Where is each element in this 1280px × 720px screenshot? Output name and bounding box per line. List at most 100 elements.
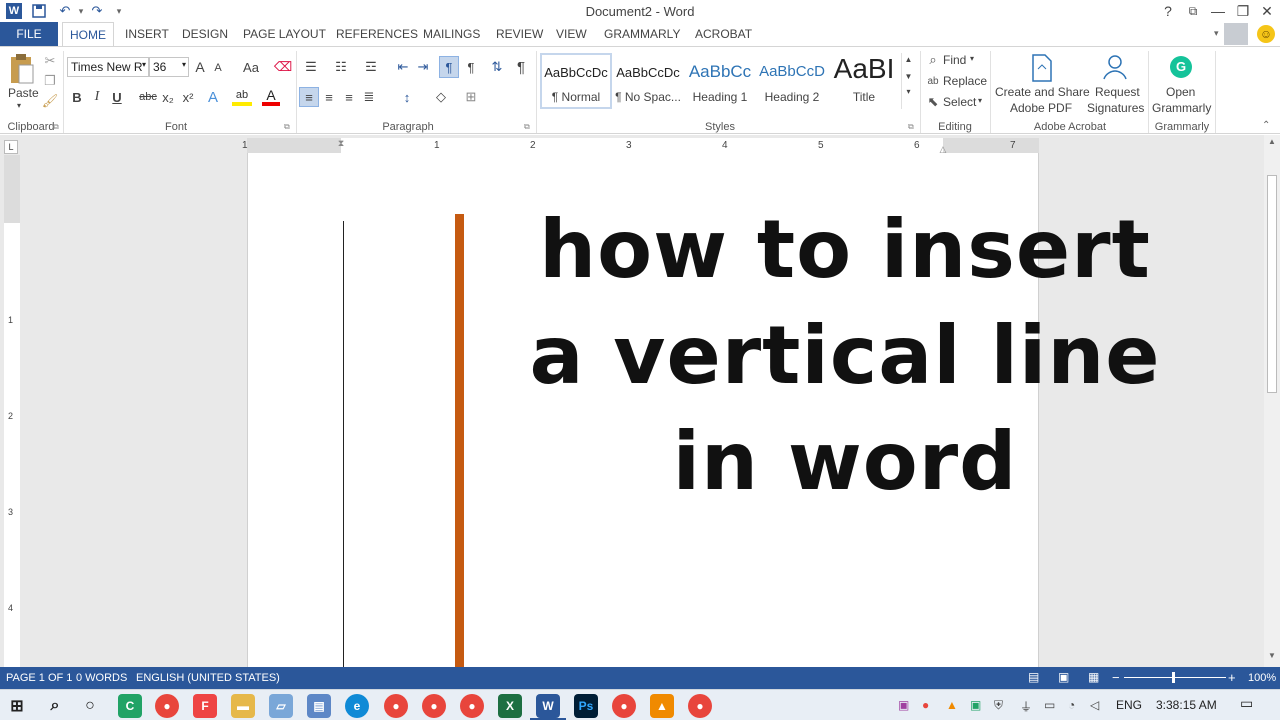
shrink-font-icon[interactable]: A — [212, 60, 224, 76]
photoshop-icon[interactable]: Ps — [574, 694, 598, 718]
tab-mailings[interactable]: MAILINGS — [423, 27, 480, 41]
chrome-icon[interactable]: ● — [460, 694, 484, 718]
battery-icon[interactable]: ▭ — [1044, 698, 1055, 712]
vlc-icon[interactable]: ▲ — [650, 694, 674, 718]
highlight-color-icon[interactable]: ab — [232, 88, 252, 106]
scroll-thumb[interactable] — [1267, 175, 1277, 393]
justify-button[interactable]: ≣ — [360, 87, 378, 107]
superscript-button[interactable]: x² — [180, 88, 196, 106]
ribbon-display-options-icon[interactable]: ⧉ — [1182, 1, 1204, 21]
tab-review[interactable]: REVIEW — [496, 27, 543, 41]
shading-icon[interactable]: ◇ — [430, 87, 452, 107]
create-pdf-icon[interactable] — [1030, 53, 1054, 83]
chrome-icon[interactable]: ● — [384, 694, 408, 718]
subscript-button[interactable]: x₂ — [160, 88, 176, 106]
chrome-icon[interactable]: ● — [155, 694, 179, 718]
replace-icon[interactable]: ab — [926, 73, 940, 89]
tab-design[interactable]: DESIGN — [182, 27, 228, 41]
find-button[interactable]: Find — [943, 53, 966, 67]
font-color-icon[interactable]: A — [262, 87, 280, 106]
file-explorer-icon[interactable]: ▬ — [231, 694, 255, 718]
tab-acrobat[interactable]: ACROBAT — [695, 27, 752, 41]
request-signatures-label[interactable]: Request — [1095, 85, 1140, 99]
strikethrough-button[interactable]: abc — [138, 88, 158, 106]
user-avatar[interactable] — [1224, 23, 1248, 45]
tab-home[interactable]: HOME — [62, 22, 114, 47]
search-icon[interactable]: ⌕ — [43, 694, 67, 718]
bold-button[interactable]: B — [70, 88, 84, 106]
tray-app-icon[interactable]: ▣ — [970, 698, 981, 712]
request-signatures-icon[interactable] — [1100, 53, 1130, 83]
close-button[interactable]: ✕ — [1256, 1, 1278, 21]
edge-icon[interactable]: e — [345, 694, 369, 718]
paste-icon[interactable] — [8, 53, 36, 87]
ltr-direction-button[interactable]: ¶ — [439, 56, 459, 78]
word-icon[interactable]: W — [536, 694, 560, 718]
text-effects-icon[interactable]: A — [205, 88, 221, 106]
italic-button[interactable]: I — [90, 88, 104, 106]
app-icon[interactable]: F — [193, 694, 217, 718]
style-title[interactable]: AaBI Title — [829, 53, 899, 107]
create-pdf-label[interactable]: Create and Share — [995, 85, 1090, 99]
find-icon[interactable]: ⌕ — [926, 52, 940, 68]
open-grammarly-label[interactable]: Open — [1166, 85, 1195, 99]
excel-icon[interactable]: X — [498, 694, 522, 718]
font-launcher-icon[interactable]: ⧉ — [284, 122, 290, 132]
word-count[interactable]: 0 WORDS — [76, 672, 127, 684]
paste-dropdown-icon[interactable]: ▾ — [17, 101, 21, 110]
cut-icon[interactable]: ✂ — [42, 53, 58, 69]
align-center-button[interactable]: ≡ — [320, 87, 338, 107]
format-painter-icon[interactable]: 🖌 — [42, 93, 59, 109]
style-normal-item[interactable]: AaBbCcDc ¶ Normal — [541, 53, 611, 107]
vertical-ruler[interactable]: 1 2 3 4 — [4, 155, 20, 667]
scroll-up-icon[interactable]: ▲ — [1264, 137, 1280, 151]
bullets-icon[interactable]: ☰ — [300, 57, 322, 77]
thin-vertical-line[interactable] — [343, 221, 344, 673]
borders-icon[interactable]: ⊞ — [460, 87, 482, 107]
clear-formatting-icon[interactable]: ⌫ — [274, 58, 292, 76]
chrome-icon[interactable]: ● — [422, 694, 446, 718]
show-formatting-button[interactable]: ¶ — [512, 57, 530, 77]
paste-label[interactable]: Paste — [8, 86, 39, 100]
print-layout-icon[interactable]: ▣ — [1058, 670, 1069, 684]
app-icon[interactable]: ▱ — [269, 694, 293, 718]
select-icon[interactable]: ⬉ — [926, 94, 940, 110]
chrome-icon[interactable]: ● — [612, 694, 636, 718]
read-mode-icon[interactable]: ▤ — [1028, 670, 1039, 684]
tab-grammarly[interactable]: GRAMMARLY — [604, 27, 680, 41]
smiley-feedback-icon[interactable]: ☺ — [1257, 25, 1275, 43]
replace-button[interactable]: Replace — [943, 74, 987, 88]
wifi-icon[interactable]: ◔ — [1068, 698, 1075, 712]
underline-button[interactable]: U — [110, 88, 124, 106]
clock[interactable]: 3:38:15 AM — [1156, 698, 1217, 712]
open-grammarly-label-2[interactable]: Grammarly — [1152, 101, 1211, 115]
input-language[interactable]: ENG — [1116, 698, 1142, 712]
find-dropdown-icon[interactable]: ▾ — [970, 54, 974, 63]
camtasia-icon[interactable]: C — [118, 694, 142, 718]
horizontal-ruler[interactable]: 1 1 2 3 4 5 6 7 ⧗ △ — [242, 138, 1039, 154]
start-windows-icon[interactable]: ⊞ — [5, 694, 29, 718]
line-spacing-icon[interactable]: ↕ — [396, 87, 418, 107]
language-status[interactable]: ENGLISH (UNITED STATES) — [136, 672, 280, 684]
minimize-button[interactable]: — — [1207, 1, 1229, 21]
task-view-icon[interactable]: ○ — [78, 694, 102, 718]
action-center-icon[interactable]: ▭ — [1240, 695, 1253, 712]
styles-gallery-scroll[interactable]: ▲ ▼ ▾ — [901, 53, 915, 109]
select-button[interactable]: Select — [943, 95, 976, 109]
tray-shield-icon[interactable]: ⛨ — [994, 698, 1003, 713]
tab-insert[interactable]: INSERT — [125, 27, 169, 41]
volume-icon[interactable]: ◁ — [1090, 698, 1099, 712]
create-pdf-label-2[interactable]: Adobe PDF — [1010, 101, 1072, 115]
tray-vlc-icon[interactable]: ▲ — [946, 698, 958, 712]
app-icon[interactable]: ▤ — [307, 694, 331, 718]
scroll-down-icon[interactable]: ▼ — [1264, 651, 1280, 665]
increase-indent-icon[interactable]: ⇥ — [414, 57, 432, 77]
page-count[interactable]: PAGE 1 OF 1 — [6, 672, 72, 684]
zoom-out-button[interactable]: − — [1112, 670, 1120, 685]
paragraph-launcher-icon[interactable]: ⧉ — [524, 122, 530, 132]
vertical-scrollbar[interactable]: ▲ ▼ — [1264, 135, 1280, 667]
sort-icon[interactable]: ⇅ — [488, 57, 506, 77]
request-signatures-label-2[interactable]: Signatures — [1087, 101, 1144, 115]
style-heading-1[interactable]: AaBbCc Heading 1 — [685, 53, 755, 107]
styles-launcher-icon[interactable]: ⧉ — [908, 122, 914, 132]
